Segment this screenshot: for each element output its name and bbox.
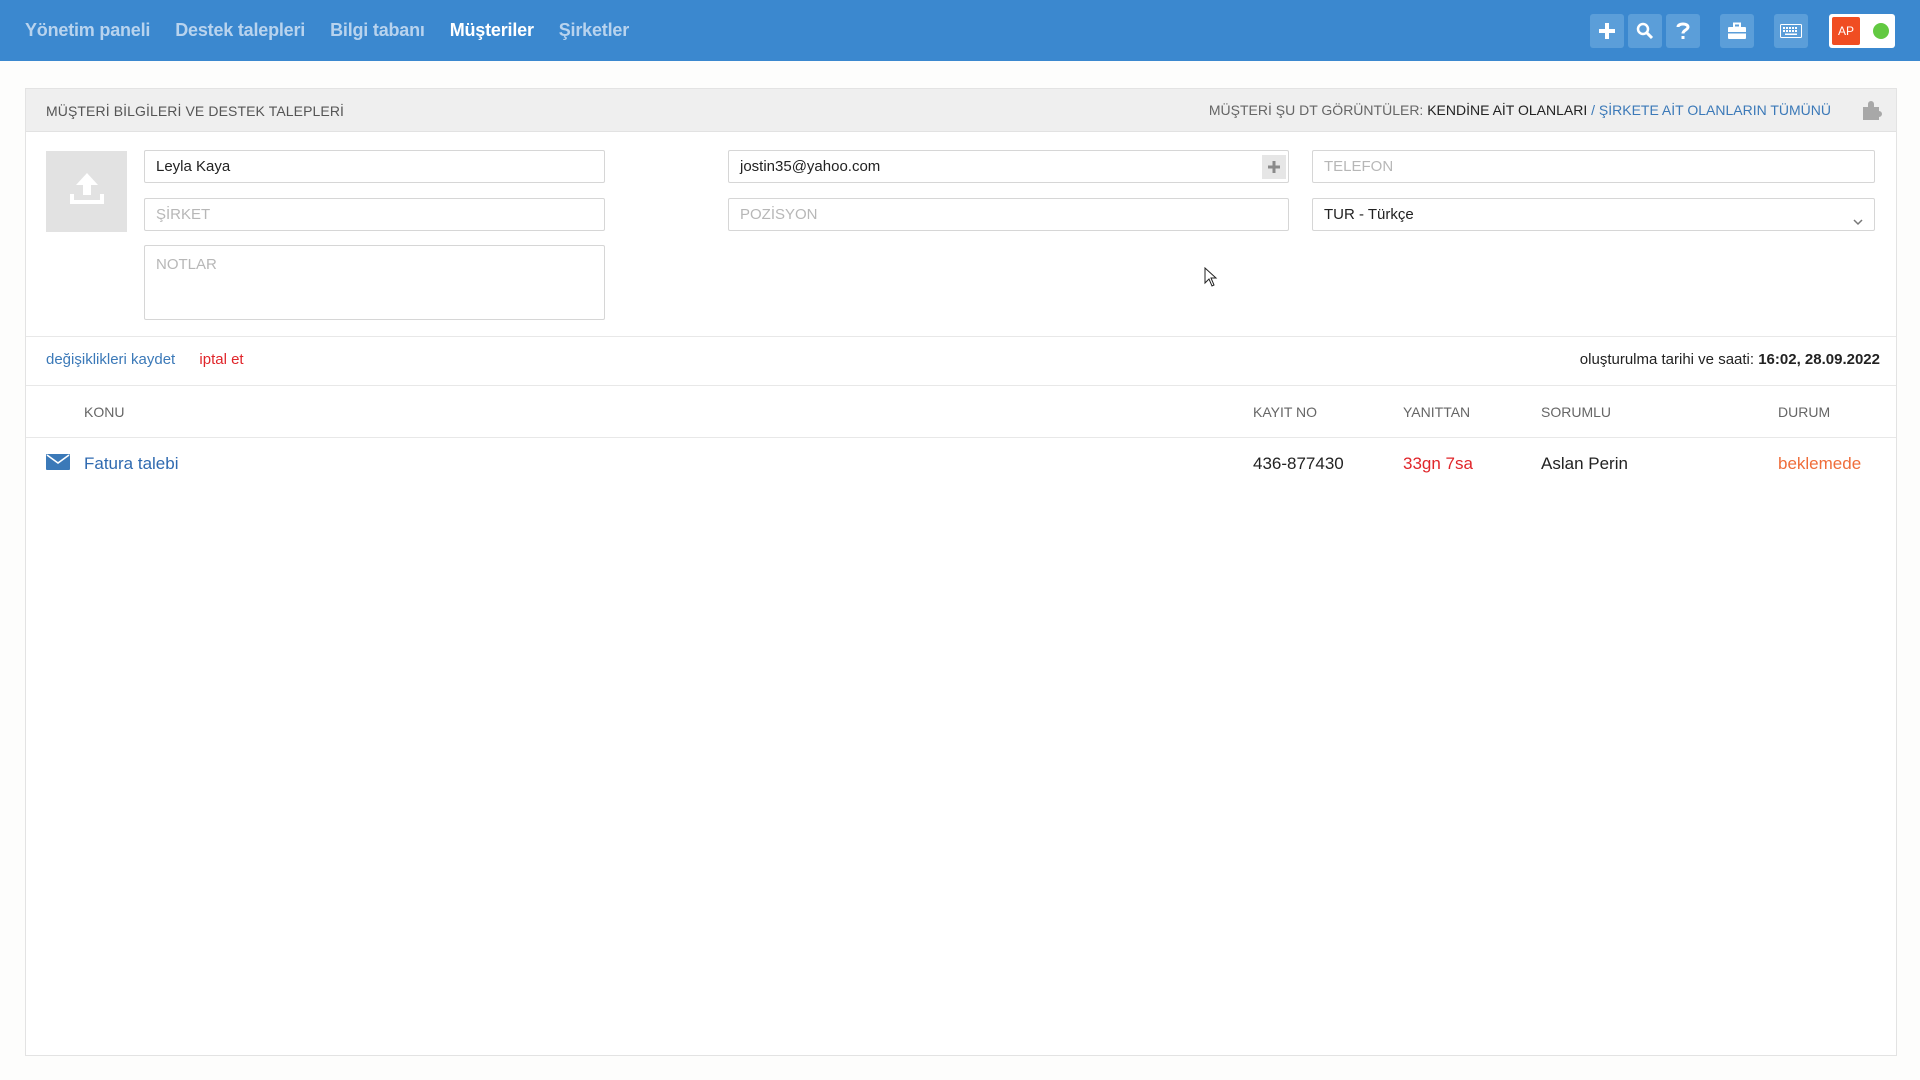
column-header-status[interactable]: DURUM (1778, 404, 1830, 420)
nav-item-dashboard[interactable]: Yönetim paneli (25, 20, 150, 41)
notes-field[interactable]: NOTLAR (144, 245, 605, 320)
top-navigation-bar: Yönetim paneli Destek talepleri Bilgi ta… (0, 0, 1920, 61)
search-icon (1636, 22, 1654, 40)
created-timestamp: oluşturulma tarihi ve saati: 16:02, 28.0… (1580, 351, 1880, 368)
avatar: AP (1832, 17, 1860, 45)
nav-item-tickets[interactable]: Destek talepleri (175, 20, 305, 41)
created-label: oluşturulma tarihi ve saati: (1579, 351, 1755, 368)
main-nav: Yönetim paneli Destek talepleri Bilgi ta… (25, 0, 654, 61)
company-field[interactable]: ŞİRKET (144, 198, 605, 231)
panel-header: MÜŞTERİ BİLGİLERİ VE DESTEK TALEPLERİ MÜ… (26, 89, 1896, 132)
ticket-view-options: MÜŞTERİ ŞU DT GÖRÜNTÜLER: KENDİNE AİT OL… (1209, 102, 1831, 118)
ticket-status: beklemede (1778, 454, 1862, 473)
envelope-icon (46, 453, 70, 476)
plus-icon (1598, 22, 1616, 40)
briefcase-icon (1727, 22, 1747, 40)
help-button[interactable] (1666, 14, 1700, 48)
puzzle-icon[interactable] (1860, 99, 1886, 126)
customer-panel: MÜŞTERİ BİLGİLERİ VE DESTEK TALEPLERİ MÜ… (25, 88, 1897, 1056)
nav-item-customers[interactable]: Müşteriler (450, 20, 534, 41)
position-field[interactable]: POZİSYON (728, 198, 1289, 231)
add-email-button[interactable] (1262, 155, 1286, 179)
phone-field[interactable]: TELEFON (1312, 150, 1875, 183)
nav-item-companies[interactable]: Şirketler (559, 20, 629, 41)
keyboard-button[interactable] (1774, 14, 1808, 48)
column-header-since[interactable]: YANITTAN (1403, 404, 1470, 420)
column-header-subject[interactable]: KONU (84, 404, 124, 420)
email-value: jostin35@yahoo.com (740, 158, 881, 175)
user-menu[interactable]: AP (1829, 14, 1895, 48)
created-value: 16:02, 28.09.2022 (1758, 351, 1880, 368)
email-field[interactable]: jostin35@yahoo.com (728, 150, 1289, 183)
ticket-subject-link[interactable]: Fatura talebi (84, 454, 179, 474)
briefcase-button[interactable] (1720, 14, 1754, 48)
view-own-tickets[interactable]: KENDİNE AİT OLANLARI (1427, 102, 1587, 118)
divider (26, 385, 1896, 386)
keyboard-icon (1780, 24, 1802, 38)
cancel-button[interactable]: iptal et (199, 351, 243, 368)
ticket-owner: Aslan Perin (1541, 454, 1628, 473)
upload-icon (67, 169, 107, 214)
divider (26, 336, 1896, 337)
search-button[interactable] (1628, 14, 1662, 48)
form-actions: değişiklikleri kaydet iptal et (46, 351, 244, 368)
photo-upload[interactable] (46, 151, 127, 232)
language-value: TUR - Türkçe (1324, 206, 1414, 223)
ticket-since: 33gn 7sa (1403, 454, 1473, 473)
help-icon (1675, 21, 1691, 41)
panel-title: MÜŞTERİ BİLGİLERİ VE DESTEK TALEPLERİ (46, 103, 345, 119)
ticket-record-no: 436-877430 (1253, 454, 1344, 473)
view-options-label: MÜŞTERİ ŞU DT GÖRÜNTÜLER: (1208, 102, 1424, 118)
column-header-record-no[interactable]: KAYIT NO (1253, 404, 1317, 420)
name-field[interactable]: Leyla Kaya (144, 150, 605, 183)
add-button[interactable] (1590, 14, 1624, 48)
divider (26, 437, 1896, 438)
online-status-indicator (1873, 23, 1889, 39)
chevron-down-icon (1852, 208, 1864, 239)
view-separator: / (1591, 102, 1596, 118)
nav-item-knowledge-base[interactable]: Bilgi tabanı (330, 20, 425, 41)
view-company-tickets-link[interactable]: ŞİRKETE AİT OLANLARIN TÜMÜNÜ (1599, 102, 1831, 118)
mouse-cursor-icon (1204, 266, 1218, 292)
column-header-owner[interactable]: SORUMLU (1541, 404, 1611, 420)
save-changes-button[interactable]: değişiklikleri kaydet (46, 351, 175, 368)
language-select[interactable]: TUR - Türkçe (1312, 198, 1875, 231)
